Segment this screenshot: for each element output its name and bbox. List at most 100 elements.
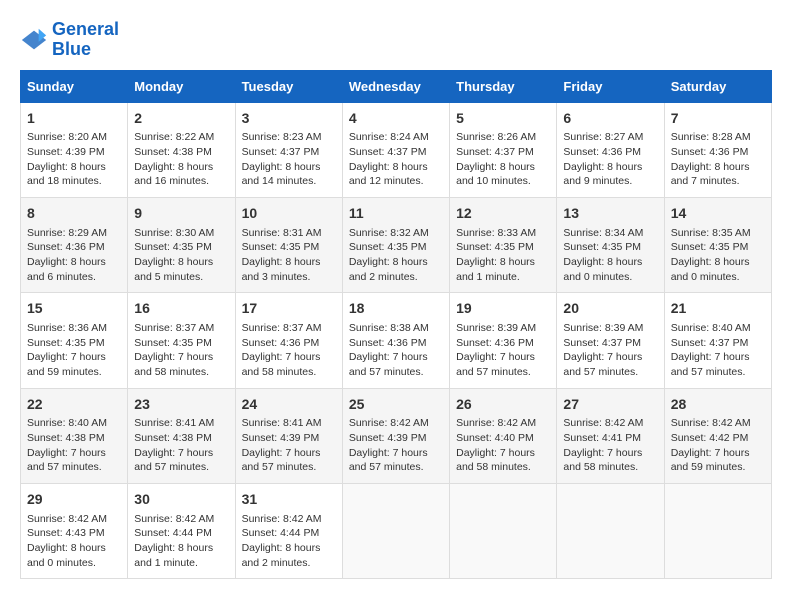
- day-detail: Sunrise: 8:32 AMSunset: 4:35 PMDaylight:…: [349, 226, 443, 285]
- day-detail: Sunrise: 8:20 AMSunset: 4:39 PMDaylight:…: [27, 130, 121, 189]
- calendar-cell: 26Sunrise: 8:42 AMSunset: 4:40 PMDayligh…: [450, 388, 557, 483]
- day-number: 1: [27, 109, 121, 129]
- day-detail: Sunrise: 8:26 AMSunset: 4:37 PMDaylight:…: [456, 130, 550, 189]
- calendar-cell: [557, 483, 664, 578]
- day-detail: Sunrise: 8:37 AMSunset: 4:36 PMDaylight:…: [242, 321, 336, 380]
- day-number: 31: [242, 490, 336, 510]
- day-number: 14: [671, 204, 765, 224]
- day-number: 12: [456, 204, 550, 224]
- day-number: 23: [134, 395, 228, 415]
- day-detail: Sunrise: 8:40 AMSunset: 4:38 PMDaylight:…: [27, 416, 121, 475]
- day-number: 30: [134, 490, 228, 510]
- day-header-thursday: Thursday: [450, 70, 557, 102]
- day-detail: Sunrise: 8:31 AMSunset: 4:35 PMDaylight:…: [242, 226, 336, 285]
- calendar-cell: 4Sunrise: 8:24 AMSunset: 4:37 PMDaylight…: [342, 102, 449, 197]
- calendar-cell: [664, 483, 771, 578]
- day-detail: Sunrise: 8:42 AMSunset: 4:39 PMDaylight:…: [349, 416, 443, 475]
- day-number: 6: [563, 109, 657, 129]
- day-detail: Sunrise: 8:33 AMSunset: 4:35 PMDaylight:…: [456, 226, 550, 285]
- day-detail: Sunrise: 8:24 AMSunset: 4:37 PMDaylight:…: [349, 130, 443, 189]
- day-header-monday: Monday: [128, 70, 235, 102]
- day-number: 19: [456, 299, 550, 319]
- day-detail: Sunrise: 8:27 AMSunset: 4:36 PMDaylight:…: [563, 130, 657, 189]
- calendar-week-row: 29Sunrise: 8:42 AMSunset: 4:43 PMDayligh…: [21, 483, 772, 578]
- day-header-tuesday: Tuesday: [235, 70, 342, 102]
- day-number: 24: [242, 395, 336, 415]
- day-number: 18: [349, 299, 443, 319]
- calendar-cell: 23Sunrise: 8:41 AMSunset: 4:38 PMDayligh…: [128, 388, 235, 483]
- calendar-week-row: 8Sunrise: 8:29 AMSunset: 4:36 PMDaylight…: [21, 197, 772, 292]
- day-number: 10: [242, 204, 336, 224]
- calendar-cell: 10Sunrise: 8:31 AMSunset: 4:35 PMDayligh…: [235, 197, 342, 292]
- day-header-saturday: Saturday: [664, 70, 771, 102]
- day-number: 16: [134, 299, 228, 319]
- day-number: 25: [349, 395, 443, 415]
- calendar-week-row: 1Sunrise: 8:20 AMSunset: 4:39 PMDaylight…: [21, 102, 772, 197]
- day-number: 9: [134, 204, 228, 224]
- day-detail: Sunrise: 8:30 AMSunset: 4:35 PMDaylight:…: [134, 226, 228, 285]
- logo-text: General Blue: [52, 20, 119, 60]
- day-number: 26: [456, 395, 550, 415]
- day-detail: Sunrise: 8:22 AMSunset: 4:38 PMDaylight:…: [134, 130, 228, 189]
- calendar-week-row: 22Sunrise: 8:40 AMSunset: 4:38 PMDayligh…: [21, 388, 772, 483]
- day-detail: Sunrise: 8:35 AMSunset: 4:35 PMDaylight:…: [671, 226, 765, 285]
- calendar-cell: 6Sunrise: 8:27 AMSunset: 4:36 PMDaylight…: [557, 102, 664, 197]
- calendar-cell: 1Sunrise: 8:20 AMSunset: 4:39 PMDaylight…: [21, 102, 128, 197]
- calendar-cell: 7Sunrise: 8:28 AMSunset: 4:36 PMDaylight…: [664, 102, 771, 197]
- logo-icon: [20, 26, 48, 54]
- calendar-cell: 17Sunrise: 8:37 AMSunset: 4:36 PMDayligh…: [235, 293, 342, 388]
- calendar-cell: 13Sunrise: 8:34 AMSunset: 4:35 PMDayligh…: [557, 197, 664, 292]
- calendar-cell: 16Sunrise: 8:37 AMSunset: 4:35 PMDayligh…: [128, 293, 235, 388]
- day-detail: Sunrise: 8:41 AMSunset: 4:39 PMDaylight:…: [242, 416, 336, 475]
- day-detail: Sunrise: 8:42 AMSunset: 4:44 PMDaylight:…: [134, 512, 228, 571]
- day-number: 28: [671, 395, 765, 415]
- day-detail: Sunrise: 8:38 AMSunset: 4:36 PMDaylight:…: [349, 321, 443, 380]
- calendar-cell: 11Sunrise: 8:32 AMSunset: 4:35 PMDayligh…: [342, 197, 449, 292]
- day-header-friday: Friday: [557, 70, 664, 102]
- day-number: 22: [27, 395, 121, 415]
- calendar-cell: 31Sunrise: 8:42 AMSunset: 4:44 PMDayligh…: [235, 483, 342, 578]
- day-header-sunday: Sunday: [21, 70, 128, 102]
- calendar-cell: [450, 483, 557, 578]
- calendar-cell: 2Sunrise: 8:22 AMSunset: 4:38 PMDaylight…: [128, 102, 235, 197]
- day-detail: Sunrise: 8:42 AMSunset: 4:42 PMDaylight:…: [671, 416, 765, 475]
- day-detail: Sunrise: 8:42 AMSunset: 4:40 PMDaylight:…: [456, 416, 550, 475]
- calendar-cell: 20Sunrise: 8:39 AMSunset: 4:37 PMDayligh…: [557, 293, 664, 388]
- day-number: 13: [563, 204, 657, 224]
- day-number: 20: [563, 299, 657, 319]
- day-detail: Sunrise: 8:39 AMSunset: 4:37 PMDaylight:…: [563, 321, 657, 380]
- page-header: General Blue: [20, 20, 772, 60]
- calendar-cell: [342, 483, 449, 578]
- day-number: 11: [349, 204, 443, 224]
- day-detail: Sunrise: 8:41 AMSunset: 4:38 PMDaylight:…: [134, 416, 228, 475]
- day-number: 5: [456, 109, 550, 129]
- day-number: 7: [671, 109, 765, 129]
- day-detail: Sunrise: 8:29 AMSunset: 4:36 PMDaylight:…: [27, 226, 121, 285]
- day-detail: Sunrise: 8:42 AMSunset: 4:41 PMDaylight:…: [563, 416, 657, 475]
- day-number: 27: [563, 395, 657, 415]
- day-number: 3: [242, 109, 336, 129]
- calendar-cell: 5Sunrise: 8:26 AMSunset: 4:37 PMDaylight…: [450, 102, 557, 197]
- day-detail: Sunrise: 8:39 AMSunset: 4:36 PMDaylight:…: [456, 321, 550, 380]
- calendar-cell: 3Sunrise: 8:23 AMSunset: 4:37 PMDaylight…: [235, 102, 342, 197]
- calendar-cell: 27Sunrise: 8:42 AMSunset: 4:41 PMDayligh…: [557, 388, 664, 483]
- day-detail: Sunrise: 8:37 AMSunset: 4:35 PMDaylight:…: [134, 321, 228, 380]
- day-header-wednesday: Wednesday: [342, 70, 449, 102]
- calendar-cell: 9Sunrise: 8:30 AMSunset: 4:35 PMDaylight…: [128, 197, 235, 292]
- calendar-cell: 21Sunrise: 8:40 AMSunset: 4:37 PMDayligh…: [664, 293, 771, 388]
- calendar-header-row: SundayMondayTuesdayWednesdayThursdayFrid…: [21, 70, 772, 102]
- day-detail: Sunrise: 8:36 AMSunset: 4:35 PMDaylight:…: [27, 321, 121, 380]
- calendar-cell: 8Sunrise: 8:29 AMSunset: 4:36 PMDaylight…: [21, 197, 128, 292]
- day-number: 21: [671, 299, 765, 319]
- calendar-cell: 12Sunrise: 8:33 AMSunset: 4:35 PMDayligh…: [450, 197, 557, 292]
- calendar-cell: 25Sunrise: 8:42 AMSunset: 4:39 PMDayligh…: [342, 388, 449, 483]
- calendar-week-row: 15Sunrise: 8:36 AMSunset: 4:35 PMDayligh…: [21, 293, 772, 388]
- day-number: 4: [349, 109, 443, 129]
- day-number: 8: [27, 204, 121, 224]
- calendar-cell: 28Sunrise: 8:42 AMSunset: 4:42 PMDayligh…: [664, 388, 771, 483]
- day-number: 15: [27, 299, 121, 319]
- calendar-cell: 14Sunrise: 8:35 AMSunset: 4:35 PMDayligh…: [664, 197, 771, 292]
- day-number: 29: [27, 490, 121, 510]
- calendar-cell: 18Sunrise: 8:38 AMSunset: 4:36 PMDayligh…: [342, 293, 449, 388]
- day-detail: Sunrise: 8:42 AMSunset: 4:44 PMDaylight:…: [242, 512, 336, 571]
